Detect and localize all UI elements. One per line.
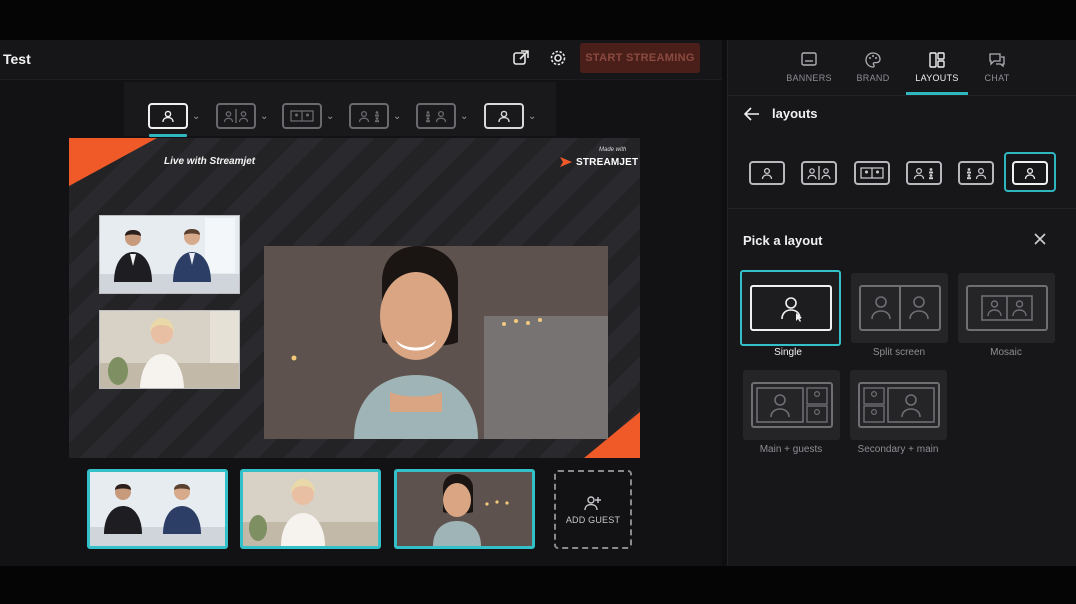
brand-logo: STREAMJET xyxy=(559,156,638,168)
layout-bar-main-guests[interactable]: ⌄ xyxy=(349,102,407,130)
layout-bar-secondary-main[interactable]: ⌄ xyxy=(416,102,474,130)
quick-layout-mosaic[interactable] xyxy=(854,161,890,185)
main-guests-layout-preview xyxy=(750,382,833,428)
mosaic-layout-icon xyxy=(860,167,884,179)
add-guest-button[interactable]: ADD GUEST xyxy=(554,470,632,549)
layout-option-label: Split screen xyxy=(872,347,926,358)
tab-chat[interactable]: CHAT xyxy=(965,52,1029,83)
quick-layout-split[interactable] xyxy=(801,161,837,185)
layout-option-label: Secondary + main xyxy=(857,444,939,455)
source-thumbnail-1[interactable] xyxy=(87,469,228,549)
layout-bar-mosaic[interactable]: ⌄ xyxy=(282,102,340,130)
person-icon xyxy=(780,297,802,322)
chat-icon xyxy=(965,52,1029,70)
start-streaming-button[interactable]: START STREAMING xyxy=(580,43,700,73)
layout-quick-picker xyxy=(728,152,1076,204)
chevron-down-icon[interactable]: ⌄ xyxy=(192,111,206,122)
top-band xyxy=(0,0,1076,40)
arrow-left-icon[interactable] xyxy=(744,106,760,121)
quick-layout-main-guests[interactable] xyxy=(906,161,942,185)
split-layout-icon xyxy=(807,166,831,180)
mosaic-layout-preview xyxy=(965,285,1048,331)
chevron-down-icon[interactable]: ⌄ xyxy=(260,111,274,122)
banner-icon xyxy=(777,52,841,70)
bottom-band xyxy=(0,566,1076,604)
layout-option-label: Mosaic xyxy=(990,347,1022,358)
made-with-text: Made with xyxy=(599,147,627,153)
layout-option-label: Main + guests xyxy=(759,444,823,455)
layout-option-main-guests[interactable] xyxy=(743,370,840,440)
screen: Test START STREAMING ⌄ ⌄ ⌄ ⌄ ⌄ ⌄ Live wi… xyxy=(0,0,1076,604)
layout-bar-single[interactable]: ⌄ xyxy=(148,102,206,130)
pick-layout-title: Pick a layout xyxy=(743,233,823,248)
divider xyxy=(728,208,1076,209)
page-title: Test xyxy=(3,51,31,67)
layout-bar-active-indicator xyxy=(149,134,187,137)
layouts-icon xyxy=(905,52,969,70)
tab-label: BANNERS xyxy=(786,73,832,83)
settings-panel: BANNERS BRAND LAYOUTS CHAT layouts Pick … xyxy=(727,40,1076,566)
section-title: layouts xyxy=(772,106,818,121)
chevron-down-icon[interactable]: ⌄ xyxy=(326,111,340,122)
single-layout-icon xyxy=(761,167,773,180)
add-person-icon xyxy=(584,495,601,510)
layout-option-mosaic[interactable] xyxy=(958,273,1055,343)
layout-option-split-screen[interactable] xyxy=(851,273,948,343)
layout-option-single[interactable] xyxy=(740,270,841,346)
tab-label: BRAND xyxy=(856,73,890,83)
brand-name: STREAMJET xyxy=(576,156,639,168)
source-thumbnail-3[interactable] xyxy=(394,469,535,549)
single-layout-icon xyxy=(484,103,524,129)
tab-banners[interactable]: BANNERS xyxy=(777,52,841,83)
layout-bar: ⌄ ⌄ ⌄ ⌄ ⌄ ⌄ xyxy=(124,82,556,136)
tab-layouts[interactable]: LAYOUTS xyxy=(905,52,969,83)
chevron-down-icon[interactable]: ⌄ xyxy=(460,111,474,122)
single-layout-preview xyxy=(749,285,832,331)
source-thumbnail-2[interactable] xyxy=(240,469,381,549)
studio-main: Test START STREAMING ⌄ ⌄ ⌄ ⌄ ⌄ ⌄ Live wi… xyxy=(0,40,722,566)
single-layout-icon xyxy=(148,103,188,129)
gear-icon[interactable] xyxy=(549,49,567,67)
quick-layout-secondary-main[interactable] xyxy=(958,161,994,185)
chevron-down-icon[interactable]: ⌄ xyxy=(393,111,407,122)
panel-tabs: BANNERS BRAND LAYOUTS CHAT xyxy=(728,40,1076,96)
tab-label: LAYOUTS xyxy=(915,73,959,83)
play-logo-icon xyxy=(560,157,572,167)
chevron-down-icon[interactable]: ⌄ xyxy=(528,111,542,122)
tab-active-indicator xyxy=(906,92,968,95)
broadcast-stage: Live with Streamjet Made with STREAMJET xyxy=(69,138,640,458)
secondary-main-layout-icon xyxy=(416,103,456,129)
stage-title: Live with Streamjet xyxy=(164,156,256,167)
main-guests-layout-icon xyxy=(913,167,933,180)
studio-header: Test START STREAMING xyxy=(0,40,722,80)
stage-guest-video-2[interactable] xyxy=(99,310,240,389)
split-layout-icon xyxy=(216,103,256,129)
split-layout-preview xyxy=(858,285,941,331)
layout-option-label: Single xyxy=(774,347,802,358)
stage-guest-video-1[interactable] xyxy=(99,215,240,294)
palette-icon xyxy=(841,52,905,70)
layout-option-secondary-main[interactable] xyxy=(850,370,947,440)
tab-label: CHAT xyxy=(984,73,1010,83)
back-row: layouts xyxy=(744,106,818,121)
tab-brand[interactable]: BRAND xyxy=(841,52,905,83)
secondary-main-layout-icon xyxy=(967,167,987,180)
single-layout-icon xyxy=(1024,167,1036,180)
quick-layout-single-selected[interactable] xyxy=(1012,161,1048,185)
layout-bar-single-alt[interactable]: ⌄ xyxy=(484,102,542,130)
brand-corner-top-left xyxy=(69,138,157,186)
layout-bar-split[interactable]: ⌄ xyxy=(216,102,274,130)
external-link-icon[interactable] xyxy=(512,49,530,67)
secondary-main-layout-preview xyxy=(857,382,940,428)
quick-layout-single[interactable] xyxy=(749,161,785,185)
stage-main-video[interactable] xyxy=(264,246,608,439)
add-guest-label: ADD GUEST xyxy=(565,514,621,525)
close-icon[interactable] xyxy=(1031,230,1049,248)
main-guests-layout-icon xyxy=(349,103,389,129)
mosaic-layout-icon xyxy=(282,103,322,129)
